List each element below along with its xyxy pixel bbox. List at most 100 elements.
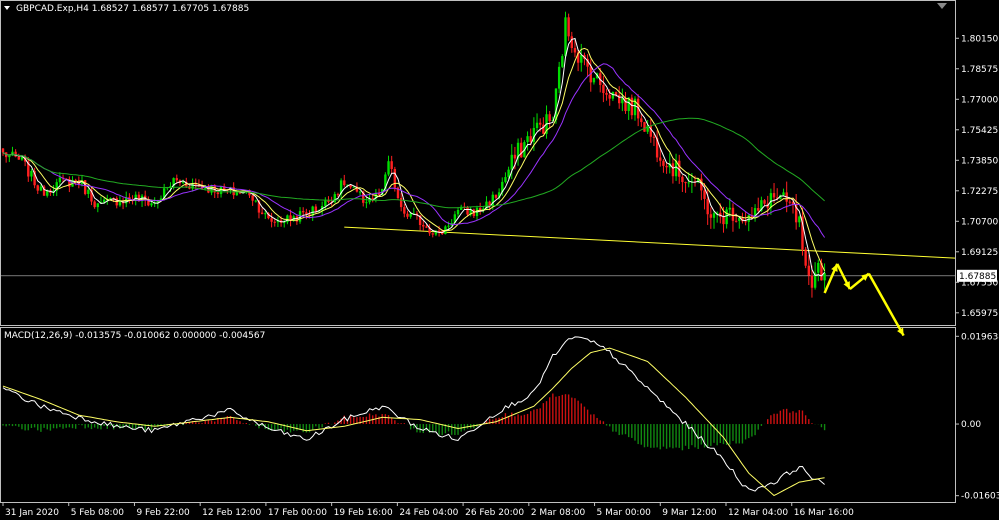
- candle-body: [260, 212, 264, 215]
- candle-body: [731, 207, 735, 221]
- candle-body: [504, 177, 507, 182]
- candle-body: [102, 199, 106, 203]
- candle-body: [302, 211, 305, 213]
- candle-body: [798, 216, 801, 223]
- candle-body: [270, 218, 273, 222]
- candle-body: [431, 233, 434, 235]
- candle-body: [687, 182, 690, 184]
- candle-body: [539, 122, 542, 125]
- candle-body: [387, 161, 390, 175]
- candle-body: [87, 189, 90, 195]
- time-axis-label: 9 Mar 12:00: [662, 508, 717, 518]
- candle-body: [564, 17, 567, 57]
- candle-body: [371, 198, 374, 200]
- candle-body: [425, 226, 428, 228]
- candle-body: [662, 160, 665, 166]
- candle-body: [769, 193, 773, 208]
- candle-body: [602, 84, 605, 93]
- price-axis-label: 1.65975: [961, 309, 998, 319]
- candle-body: [592, 77, 596, 83]
- candle-body: [422, 225, 425, 227]
- candle-body: [535, 122, 539, 129]
- candle-body: [447, 225, 450, 227]
- macd-axis-label: 0.019638: [961, 332, 999, 342]
- price-axis-label: 1.78575: [961, 65, 998, 75]
- candle-body: [324, 200, 327, 206]
- candle-body: [548, 114, 551, 122]
- candle-body: [725, 209, 728, 225]
- price-axis-label: 1.77000: [961, 95, 998, 105]
- candle-body: [456, 209, 460, 215]
- candle-body: [665, 165, 668, 168]
- price-axis-label: 1.73850: [961, 156, 998, 166]
- candle-body: [722, 216, 725, 225]
- candle-body: [1, 148, 5, 153]
- candle-body: [643, 122, 646, 132]
- candle-body: [788, 201, 792, 203]
- candle-body: [772, 193, 776, 198]
- candle-body: [36, 185, 39, 191]
- time-axis-label: 5 Mar 00:00: [597, 508, 652, 518]
- candle-body: [580, 55, 583, 63]
- candle-body: [273, 221, 276, 223]
- candle-body: [728, 207, 731, 210]
- price-axis-label: 1.70700: [961, 217, 998, 227]
- candle-body: [671, 163, 675, 177]
- candle-body: [817, 262, 820, 273]
- current-price-label: 1.67885: [959, 272, 996, 282]
- candle-body: [437, 230, 441, 232]
- candle-body: [507, 169, 510, 178]
- price-axis-label: 1.69125: [961, 248, 998, 258]
- time-axis-label: 5 Feb 08:00: [71, 508, 125, 518]
- candle-body: [390, 161, 393, 170]
- candle-body: [406, 213, 409, 217]
- candle-body: [681, 176, 684, 183]
- candle-body: [747, 215, 750, 222]
- candle-body: [58, 177, 62, 183]
- candle-body: [74, 179, 77, 181]
- candle-body: [264, 213, 267, 215]
- price-axis-label: 1.72275: [961, 187, 998, 197]
- candle-body: [807, 265, 810, 276]
- candle-body: [561, 56, 564, 67]
- candle-body: [30, 170, 33, 177]
- candle-body: [763, 200, 766, 204]
- candle-body: [336, 194, 340, 196]
- candle-body: [494, 194, 498, 198]
- candle-body: [365, 202, 368, 204]
- price-axis-label: 1.75425: [961, 126, 998, 136]
- chart-title: GBPCAD.Exp,H4 1.68527 1.68577 1.67705 1.…: [16, 4, 249, 14]
- candle-body: [235, 192, 239, 196]
- candle-body: [567, 17, 570, 37]
- candle-body: [216, 192, 220, 195]
- candle-body: [652, 136, 656, 138]
- candle-body: [605, 92, 608, 95]
- time-axis-label: 24 Feb 04:00: [399, 508, 458, 518]
- candle-body: [251, 195, 254, 201]
- candle-body: [712, 213, 716, 218]
- candle-body: [659, 157, 662, 161]
- time-axis-label: 2 Mar 08:00: [531, 508, 586, 518]
- candle-body: [399, 198, 403, 208]
- time-axis-label: 12 Mar 04:00: [728, 508, 788, 518]
- price-axis-label: 1.80150: [961, 34, 998, 44]
- candle-body: [510, 154, 513, 170]
- candle-body: [513, 154, 517, 159]
- candle-body: [39, 186, 43, 191]
- candle-body: [557, 66, 561, 89]
- candle-body: [254, 200, 257, 202]
- time-axis-label: 19 Feb 16:00: [334, 508, 393, 518]
- candle-body: [327, 200, 330, 202]
- macd-axis-label: -0.016033: [961, 492, 999, 502]
- macd-axis-label: 0.00: [961, 420, 981, 430]
- candle-body: [333, 194, 336, 203]
- candle-body: [734, 220, 738, 222]
- macd-title: MACD(12,26,9) -0.013575 -0.010062 0.0000…: [4, 331, 265, 341]
- candle-body: [343, 180, 346, 186]
- candle-body: [706, 198, 709, 215]
- candle-body: [526, 136, 529, 143]
- time-axis-label: 26 Feb 20:00: [465, 508, 524, 518]
- candle-body: [314, 206, 318, 212]
- time-axis-label: 17 Feb 00:00: [268, 508, 327, 518]
- candle-body: [640, 118, 643, 123]
